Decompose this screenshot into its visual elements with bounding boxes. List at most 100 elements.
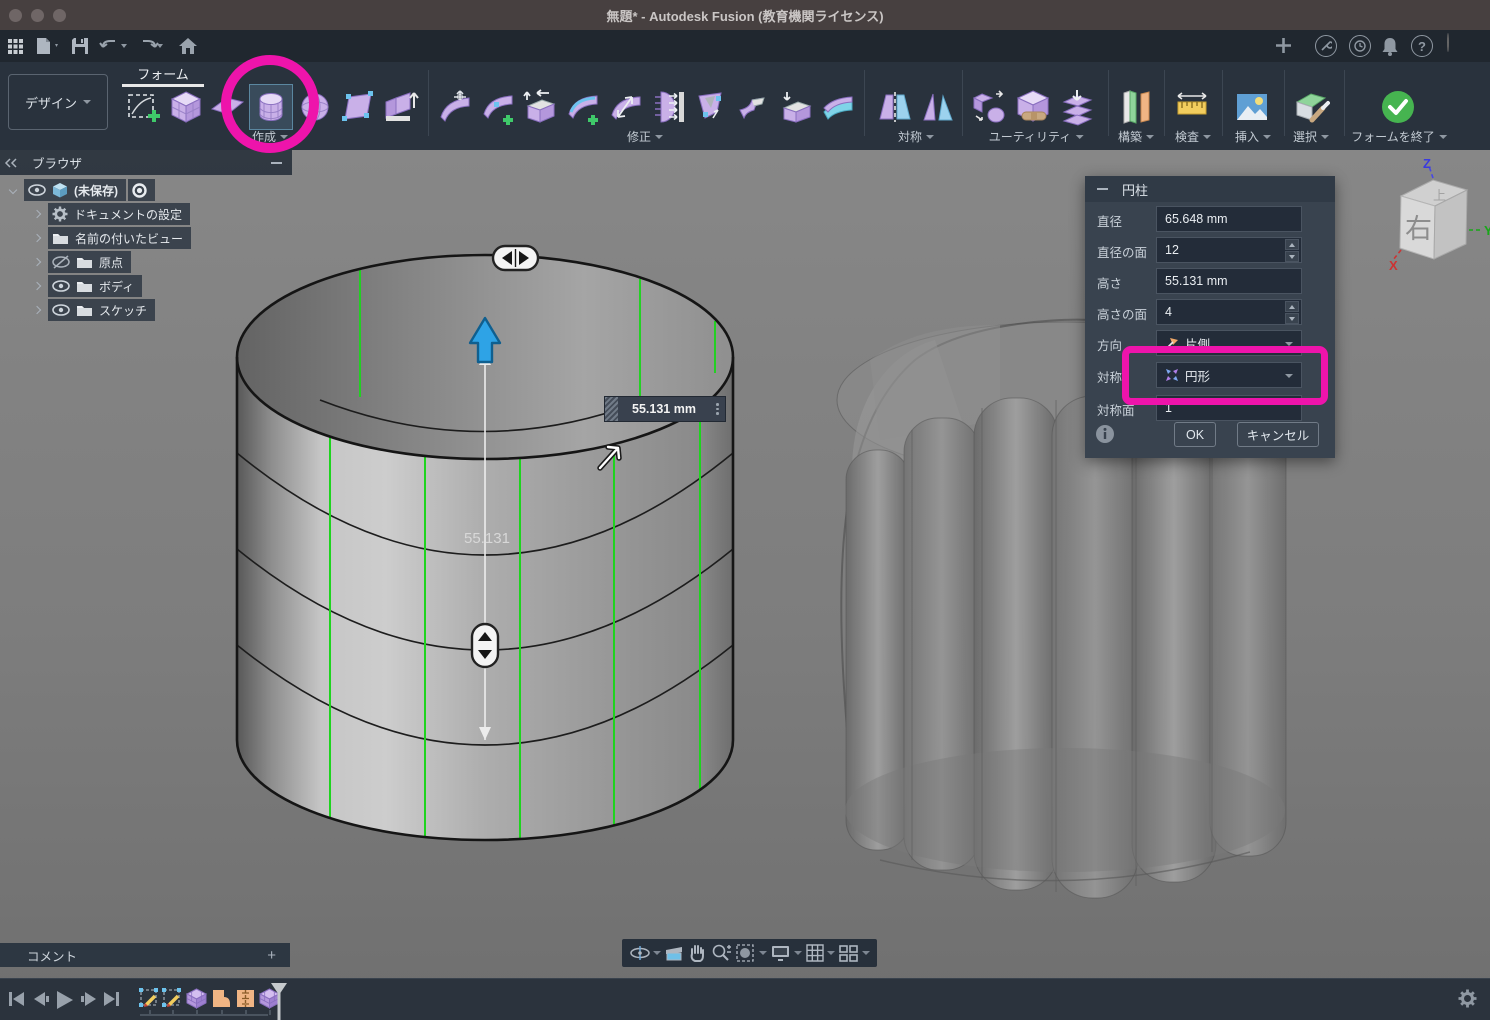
uncrease-icon[interactable] xyxy=(819,88,857,126)
orbit-tool[interactable] xyxy=(629,943,661,963)
spinner-down-icon[interactable] xyxy=(1285,251,1299,262)
ok-button[interactable]: OK xyxy=(1174,422,1216,447)
browser-item-origin[interactable]: 原点 xyxy=(24,251,292,273)
chevron-right-icon[interactable] xyxy=(33,306,41,314)
height-input[interactable]: 55.131 mm xyxy=(1156,268,1302,294)
dialog-header[interactable]: 円柱 xyxy=(1085,176,1335,202)
group-label-symmetry[interactable]: 対称 xyxy=(898,128,934,145)
spinner-down-icon[interactable] xyxy=(1285,313,1299,324)
group-label-finish-form[interactable]: フォームを終了 xyxy=(1351,128,1447,145)
timeline-position-marker[interactable] xyxy=(270,982,288,1020)
visibility-off-icon[interactable] xyxy=(52,255,70,269)
zoom-tool[interactable] xyxy=(710,943,732,963)
browser-item-document-settings[interactable]: ドキュメントの設定 xyxy=(24,203,292,225)
group-label-modify[interactable]: 修正 xyxy=(627,128,663,145)
extensions-icon[interactable] xyxy=(1315,35,1337,57)
dialog-collapse-icon[interactable] xyxy=(1097,188,1108,190)
display-mode-icon[interactable] xyxy=(1014,88,1052,126)
timeline-settings-gear-icon[interactable] xyxy=(1458,989,1477,1008)
timeline-item-sketch[interactable] xyxy=(138,987,161,1010)
visibility-eye-icon[interactable] xyxy=(28,184,46,196)
info-icon[interactable] xyxy=(1095,424,1115,444)
height-handle[interactable] xyxy=(472,624,498,667)
finish-form-icon[interactable] xyxy=(1379,88,1417,126)
insert-image-icon[interactable] xyxy=(1233,88,1271,126)
group-label-inspect[interactable]: 検査 xyxy=(1175,128,1211,145)
timeline-item-face[interactable] xyxy=(210,987,233,1010)
browser-item-bodies[interactable]: ボディ xyxy=(24,275,292,297)
height-dimension-input[interactable]: 55.131 mm xyxy=(604,396,726,422)
look-at-tool[interactable] xyxy=(664,943,684,963)
chevron-right-icon[interactable] xyxy=(33,282,41,290)
browser-item-named-views[interactable]: 名前の付いたビュー xyxy=(24,227,292,249)
timeline-go-end-button[interactable] xyxy=(102,990,120,1008)
visibility-eye-icon[interactable] xyxy=(52,304,70,316)
app-grid-icon[interactable] xyxy=(0,30,30,62)
timeline-item-sketch[interactable] xyxy=(161,987,184,1010)
workspace-selector[interactable]: デザイン xyxy=(8,74,108,130)
timeline-go-start-button[interactable] xyxy=(8,990,26,1008)
merge-edge-icon[interactable] xyxy=(691,88,729,126)
make-uniform-icon[interactable] xyxy=(1058,88,1096,126)
group-label-insert[interactable]: 挿入 xyxy=(1235,128,1271,145)
home-icon[interactable] xyxy=(168,30,208,62)
construct-plane-icon[interactable] xyxy=(1116,88,1154,126)
browser-item-sketches[interactable]: スケッチ xyxy=(24,299,292,321)
collapse-panel-icon[interactable] xyxy=(4,158,18,168)
group-label-construct[interactable]: 構築 xyxy=(1118,128,1154,145)
diameter-handle[interactable] xyxy=(493,246,538,270)
add-comment-icon[interactable]: + xyxy=(267,947,276,964)
comments-bar[interactable]: コメント + xyxy=(0,943,290,967)
bridge-icon[interactable] xyxy=(649,88,687,126)
circular-symmetry-icon[interactable] xyxy=(918,88,956,126)
help-icon[interactable]: ? xyxy=(1411,35,1433,57)
browser-root-row[interactable]: (未保存) xyxy=(0,179,292,201)
pan-tool[interactable] xyxy=(687,943,707,963)
spinner-up-icon[interactable] xyxy=(1285,301,1299,312)
save-icon[interactable] xyxy=(64,30,96,62)
undo-icon[interactable] xyxy=(96,30,132,62)
panel-minimize-icon[interactable] xyxy=(271,162,282,164)
group-label-select[interactable]: 選択 xyxy=(1293,128,1329,145)
group-label-utilities[interactable]: ユーティリティ xyxy=(989,128,1084,145)
mirror-symmetry-icon[interactable] xyxy=(876,88,914,126)
timeline-item-form[interactable] xyxy=(185,987,208,1010)
chevron-right-icon[interactable] xyxy=(33,210,41,218)
more-options-icon[interactable] xyxy=(710,397,725,421)
timeline-item-stitch[interactable] xyxy=(234,987,257,1010)
redo-icon[interactable] xyxy=(132,30,168,62)
bevel-edge-icon[interactable] xyxy=(606,88,644,126)
insert-edge-icon[interactable] xyxy=(564,88,602,126)
diameter-faces-input[interactable]: 12 xyxy=(1156,237,1302,263)
view-cube[interactable]: 上 右 Z Y X xyxy=(1383,156,1490,272)
chevron-right-icon[interactable] xyxy=(33,234,41,242)
select-tool-icon[interactable] xyxy=(1292,88,1330,126)
job-status-clock-icon[interactable] xyxy=(1349,35,1371,57)
measure-icon[interactable] xyxy=(1173,88,1211,126)
edit-face-icon[interactable] xyxy=(339,88,377,126)
visibility-eye-icon[interactable] xyxy=(52,280,70,292)
crease-icon[interactable] xyxy=(777,88,815,126)
viewports-tool[interactable] xyxy=(838,943,870,963)
insert-point-icon[interactable] xyxy=(479,88,517,126)
create-sketch-icon[interactable] xyxy=(124,88,162,126)
drag-grip-icon[interactable] xyxy=(605,397,618,421)
grid-settings-tool[interactable] xyxy=(805,943,835,963)
display-settings-tool[interactable] xyxy=(770,943,802,963)
spinner-up-icon[interactable] xyxy=(1285,239,1299,250)
edit-form-icon[interactable] xyxy=(436,88,474,126)
context-tab-form[interactable]: フォーム xyxy=(122,64,204,83)
chevron-down-icon[interactable] xyxy=(9,186,17,194)
user-avatar[interactable] xyxy=(1447,34,1449,52)
slide-edge-icon[interactable] xyxy=(521,88,559,126)
height-faces-input[interactable]: 4 xyxy=(1156,299,1302,325)
timeline-play-button[interactable] xyxy=(54,990,74,1010)
extrude-icon[interactable] xyxy=(381,88,419,126)
convert-icon[interactable] xyxy=(972,88,1010,126)
new-tab-button[interactable] xyxy=(1276,38,1291,58)
record-circle-icon[interactable] xyxy=(132,183,147,198)
timeline-step-forward-button[interactable] xyxy=(80,990,98,1008)
timeline-step-back-button[interactable] xyxy=(32,990,50,1008)
primitive-box-icon[interactable] xyxy=(167,88,205,126)
chevron-right-icon[interactable] xyxy=(33,258,41,266)
